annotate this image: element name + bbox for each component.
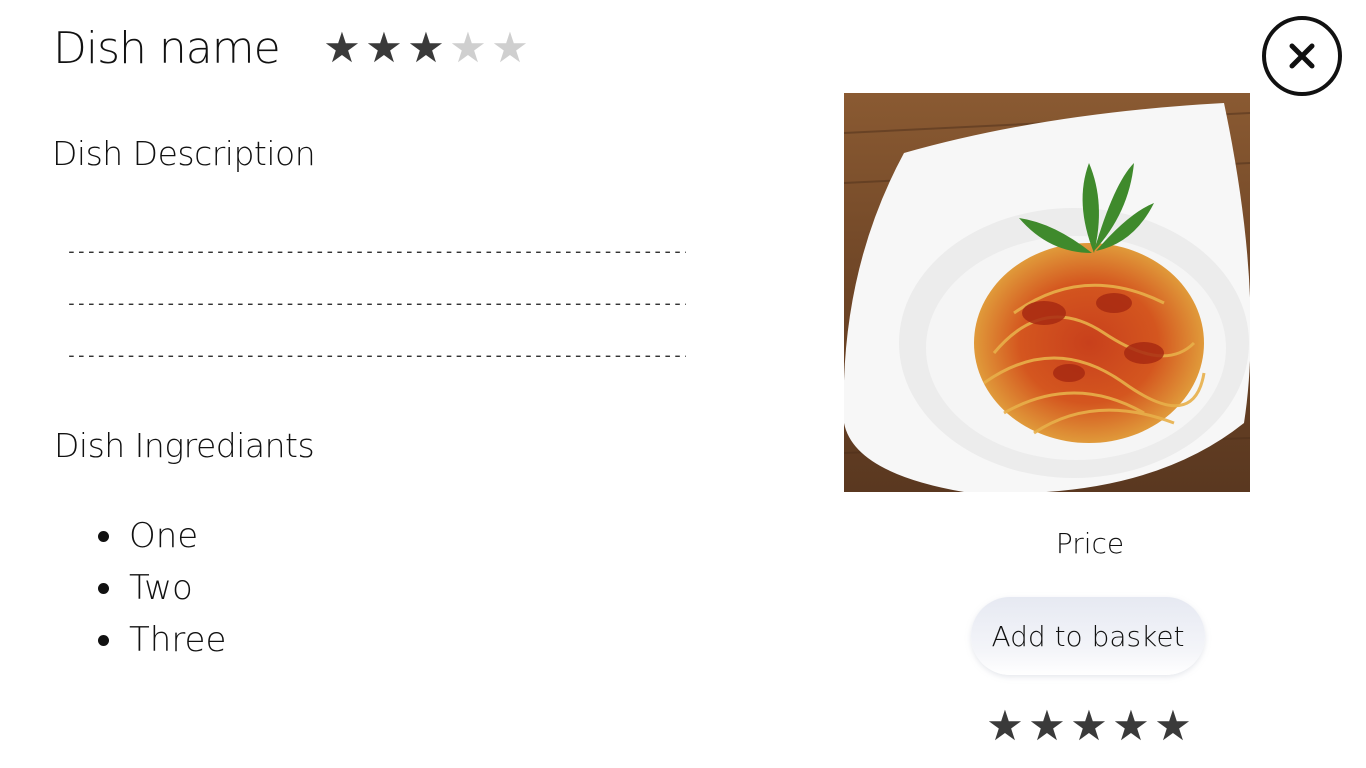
- dish-detail-page: Dish name ★ ★ ★ ★ ★ Dish Description ---…: [0, 0, 1366, 768]
- list-item: Three: [90, 614, 226, 666]
- dish-rating: ★ ★ ★ ★ ★: [321, 26, 531, 70]
- description-heading: Dish Description: [52, 134, 316, 173]
- spaghetti-image: [844, 93, 1250, 492]
- ingredient-label: Three: [129, 620, 227, 660]
- rate-star-icon[interactable]: ★: [984, 704, 1026, 748]
- description-line: ----------------------------------------…: [66, 241, 686, 262]
- rate-star-icon[interactable]: ★: [1068, 704, 1110, 748]
- list-item: One: [90, 510, 226, 562]
- rating-star-icon: ★: [365, 23, 403, 72]
- ingredient-label: One: [129, 516, 199, 556]
- rate-star-icon[interactable]: ★: [1152, 704, 1194, 748]
- add-to-basket-button[interactable]: Add to basket: [971, 597, 1205, 675]
- list-item: Two: [90, 562, 226, 614]
- close-icon: [1289, 43, 1315, 69]
- user-rating[interactable]: ★ ★ ★ ★ ★: [984, 704, 1194, 748]
- rate-star-icon[interactable]: ★: [1110, 704, 1152, 748]
- price-label: Price: [1055, 527, 1125, 560]
- bullet-icon: [98, 530, 109, 542]
- dish-image: [844, 93, 1250, 492]
- close-button[interactable]: [1262, 16, 1342, 96]
- rating-star-icon: ★: [449, 23, 487, 72]
- description-text: ----------------------------------------…: [66, 226, 686, 382]
- rating-star-icon: ★: [407, 23, 445, 72]
- rating-star-icon: ★: [491, 23, 529, 72]
- dish-title: Dish name: [53, 23, 281, 74]
- ingredients-heading: Dish Ingrediants: [54, 426, 315, 465]
- rating-star-icon: ★: [323, 23, 361, 72]
- ingredient-label: Two: [129, 568, 193, 608]
- description-line: ----------------------------------------…: [66, 293, 686, 314]
- rate-star-icon[interactable]: ★: [1026, 704, 1068, 748]
- bullet-icon: [98, 582, 109, 594]
- bullet-icon: [98, 634, 109, 646]
- description-line: ----------------------------------------…: [66, 345, 686, 366]
- ingredients-list: One Two Three: [90, 510, 226, 666]
